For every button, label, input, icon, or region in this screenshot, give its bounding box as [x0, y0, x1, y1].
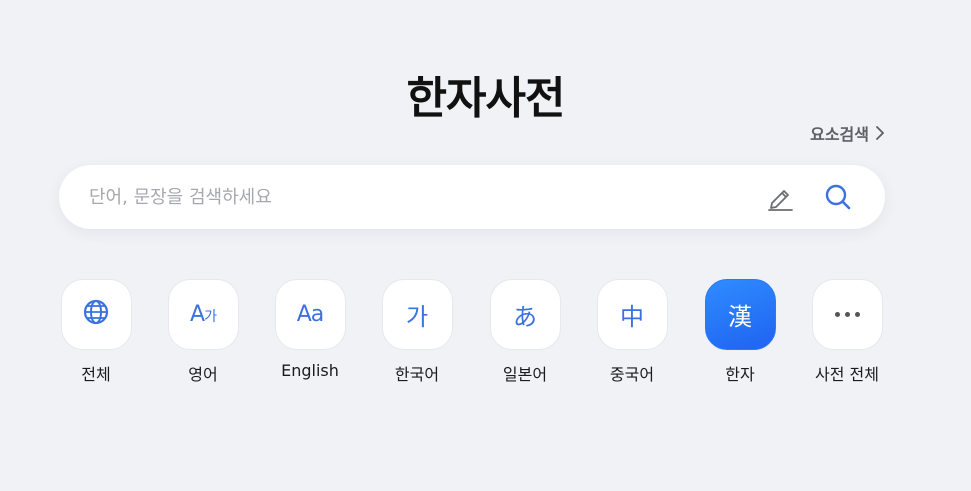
- english-icon: Aa: [274, 279, 346, 350]
- category-label: 한국어: [394, 365, 440, 384]
- category-all[interactable]: 전체: [46, 279, 146, 385]
- category-label: 영어: [188, 365, 218, 384]
- element-search-link[interactable]: 요소검색: [810, 121, 885, 145]
- category-chinese[interactable]: 中 중국어: [582, 279, 682, 385]
- glyph-hangul: 가: [204, 309, 217, 325]
- category-label: English: [281, 361, 339, 380]
- category-english[interactable]: Aa English: [260, 279, 360, 380]
- category-english-korean[interactable]: A가 영어: [153, 279, 253, 385]
- handwriting-button[interactable]: [765, 182, 795, 212]
- element-search-label: 요소검색: [810, 125, 869, 144]
- globe-icon: [82, 298, 110, 332]
- category-label: 중국어: [609, 365, 655, 384]
- category-all-tile: [60, 279, 132, 350]
- search-button[interactable]: [823, 182, 853, 212]
- dictionary-categories: 전체 A가 영어 Aa English 가 한국어 あ 일본어 中 중국어 漢 …: [0, 279, 971, 399]
- category-label: 한자: [725, 365, 755, 384]
- hanja-icon: 漢: [704, 279, 776, 350]
- more-icon: [834, 312, 860, 317]
- category-more-tile: [811, 279, 883, 350]
- search-icon: [823, 184, 853, 216]
- glyph-text: 漢: [728, 303, 752, 331]
- category-all-dictionaries[interactable]: 사전 전체: [797, 279, 897, 385]
- pen-icon: [765, 190, 795, 216]
- glyph-text: 中: [620, 303, 644, 331]
- chinese-icon: 中: [596, 279, 668, 350]
- dictionary-home: 한자사전 요소검색 단어, 문장을 검색하세요 전체 A가 영어 Aa Engl…: [0, 0, 971, 491]
- page-title: 한자사전: [406, 73, 566, 124]
- category-hanja[interactable]: 漢 한자: [690, 279, 790, 385]
- category-label: 사전 전체: [815, 365, 879, 384]
- glyph-text: Aa: [296, 302, 325, 327]
- glyph-text: 가: [405, 303, 429, 331]
- glyph-latin: A: [190, 302, 205, 327]
- glyph-text: あ: [513, 303, 537, 331]
- japanese-icon: あ: [489, 279, 561, 350]
- category-korean[interactable]: 가 한국어: [367, 279, 467, 385]
- search-input[interactable]: [89, 165, 729, 229]
- category-label: 전체: [81, 365, 111, 384]
- category-japanese[interactable]: あ 일본어: [475, 279, 575, 385]
- chevron-right-icon: [875, 125, 885, 141]
- category-label: 일본어: [502, 365, 548, 384]
- search-bar: [59, 165, 885, 229]
- korean-icon: 가: [381, 279, 453, 350]
- english-korean-icon: A가: [167, 279, 239, 350]
